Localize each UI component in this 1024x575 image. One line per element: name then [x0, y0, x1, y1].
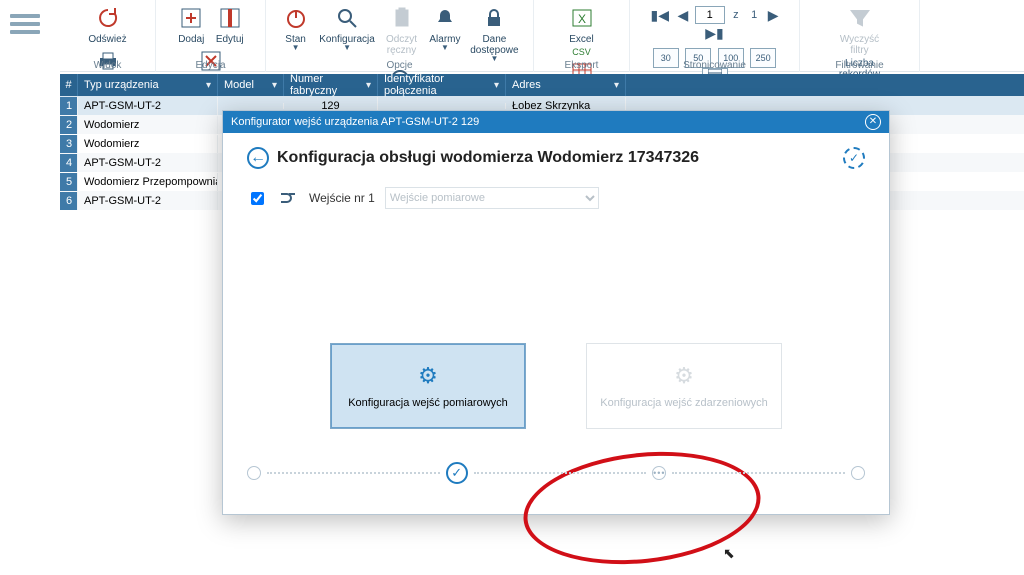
gear-icon: ⚙ [418, 363, 438, 389]
step-dot[interactable] [247, 466, 261, 480]
input-link-icon [277, 189, 299, 207]
back-button[interactable]: ← [247, 147, 269, 169]
modal-title-text: Konfigurator wejść urządzenia APT-GSM-UT… [231, 111, 479, 133]
wizard-steps: ✓ [247, 462, 865, 484]
step-dot-current[interactable]: ✓ [446, 462, 468, 484]
modal-heading: Konfiguracja obsługi wodomierza Wodomier… [277, 149, 835, 167]
card-measurement-config[interactable]: ⚙ Konfiguracja wejść pomiarowych [330, 343, 526, 429]
step-dot[interactable] [652, 466, 666, 480]
input-type-select[interactable]: Wejście pomiarowe [385, 187, 599, 209]
config-modal: Konfigurator wejść urządzenia APT-GSM-UT… [222, 110, 890, 515]
cursor-icon: ⬉ [723, 545, 735, 562]
card-event-config: ⚙ Konfiguracja wejść zdarzeniowych [586, 343, 782, 429]
annotation-ring [518, 441, 766, 575]
input-label: Wejście nr 1 [309, 191, 375, 205]
gear-icon: ⚙ [674, 363, 694, 389]
status-circle-icon: ✓ [843, 147, 865, 169]
card-measurement-label: Konfiguracja wejść pomiarowych [348, 397, 508, 409]
card-event-label: Konfiguracja wejść zdarzeniowych [600, 397, 768, 409]
input-enabled-checkbox[interactable] [251, 192, 264, 205]
modal-close-button[interactable]: ✕ [865, 114, 881, 130]
modal-titlebar: Konfigurator wejść urządzenia APT-GSM-UT… [223, 111, 889, 133]
step-dot[interactable] [851, 466, 865, 480]
modal-overlay: Konfigurator wejść urządzenia APT-GSM-UT… [0, 0, 1024, 545]
